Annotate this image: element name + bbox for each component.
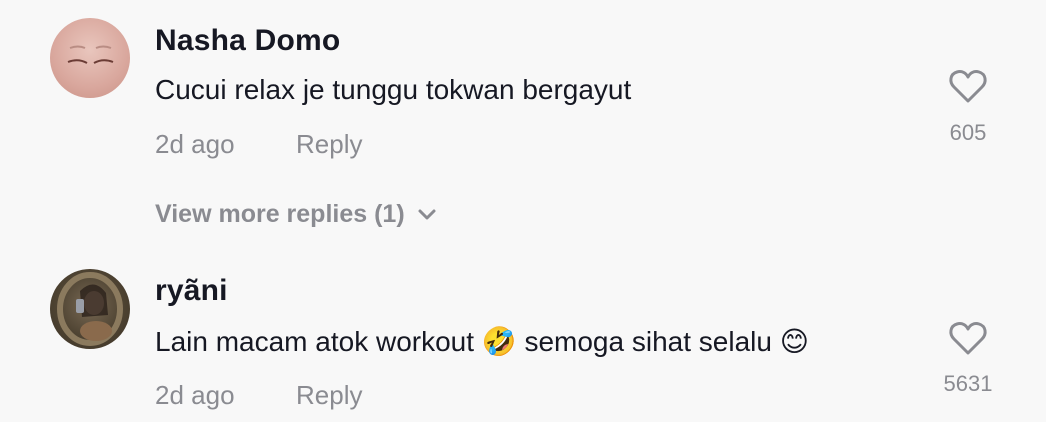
comment-username[interactable]: ryãni: [155, 274, 228, 308]
avatar[interactable]: [50, 269, 130, 349]
smile-emoji: 😊: [779, 325, 809, 358]
view-more-replies-label: View more replies (1): [155, 200, 405, 228]
heart-outline-icon[interactable]: [948, 320, 988, 356]
comment-text-part: Lain macam atok workout: [155, 326, 482, 357]
like-count: 5631: [943, 371, 993, 396]
comment-text: Cucui relax je tunggu tokwan bergayut: [155, 74, 632, 105]
chevron-down-icon: [418, 209, 436, 219]
like-count: 605: [949, 120, 987, 145]
comment-text: Lain macam atok workout 🤣 semoga sihat s…: [155, 325, 809, 358]
comment-time: 2d ago: [155, 129, 235, 159]
comment-text-part: semoga sihat selalu: [516, 326, 780, 357]
avatar[interactable]: [50, 18, 130, 98]
rofl-emoji: 🤣: [481, 325, 517, 358]
comment-time: 2d ago: [155, 380, 235, 410]
view-more-replies-button[interactable]: View more replies (1): [155, 200, 437, 229]
comment-username[interactable]: Nasha Domo: [155, 24, 340, 58]
reply-button[interactable]: Reply: [296, 129, 362, 160]
comment-item: ryãni Lain macam atok workout 🤣 semoga s…: [0, 250, 1046, 422]
heart-outline-icon[interactable]: [948, 68, 988, 104]
reply-button[interactable]: Reply: [296, 380, 362, 411]
comment-item: Nasha Domo Cucui relax je tunggu tokwan …: [0, 0, 1046, 250]
